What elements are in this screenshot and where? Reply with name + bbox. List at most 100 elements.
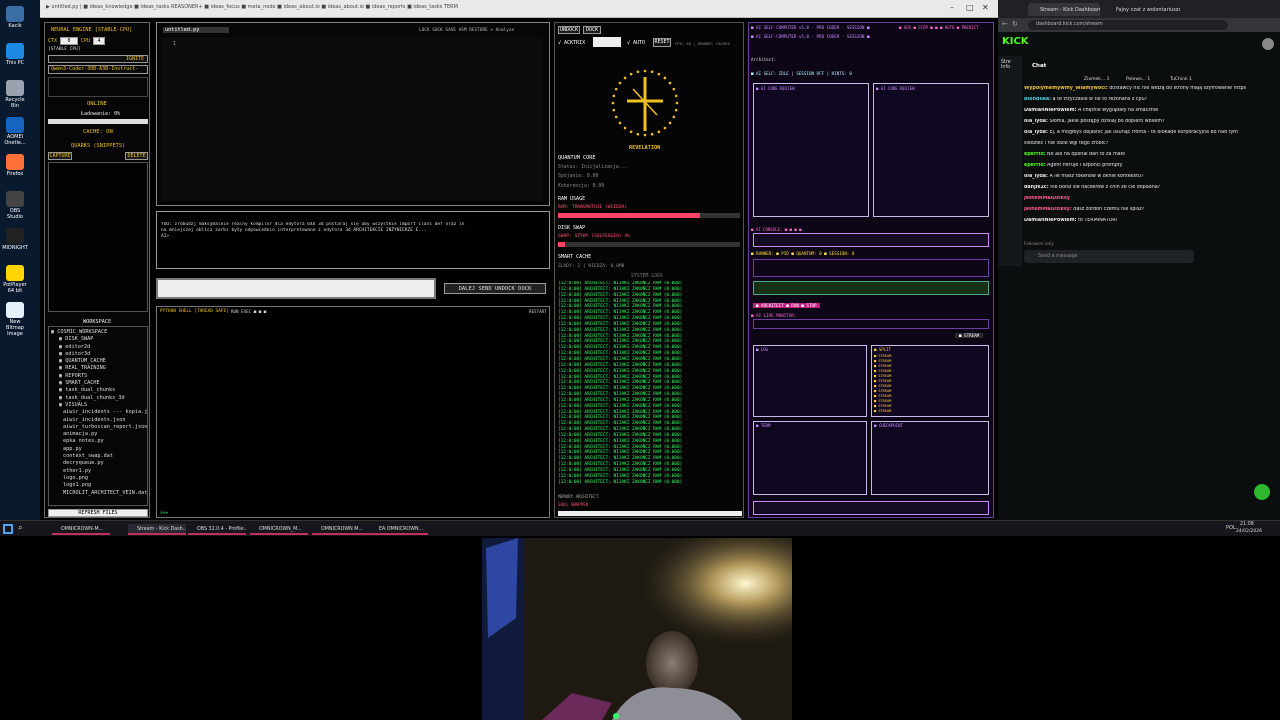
tab-chat[interactable]: Fajny czat z wolontariuszami: [1104, 3, 1180, 16]
prompt-input[interactable]: [156, 278, 436, 299]
acktrix-toggle[interactable]: √ ACKTRIX: [558, 40, 585, 46]
tree-item[interactable]: ▣ SMART_CACHE: [51, 380, 147, 387]
mini-pane-split[interactable]: ■ SPLIT ■ STREAM ■ STREAM ■ STREAM ■ STREAM ■…: [871, 345, 989, 417]
viewer-3[interactable]: TuChink 1: [1170, 77, 1192, 82]
editor-toolbar[interactable]: LOCK SOCK SAVE ASM RESTORE ✕ Analyze: [419, 28, 514, 33]
chat-input[interactable]: Send a message: [1024, 250, 1194, 263]
desktop-icon[interactable]: Firefox: [2, 154, 28, 177]
tab-kick-dashboard[interactable]: Stream - Kick Dashboard: [1028, 3, 1100, 16]
chat-username[interactable]: ola_lyda:: [1024, 119, 1048, 124]
taskbar-item[interactable]: EA OMNICROWN...: [370, 524, 428, 535]
tree-item[interactable]: ▣ editor2d: [51, 344, 147, 351]
kick-logo[interactable]: KICK: [1002, 36, 1029, 47]
stream-tab[interactable]: ■ STREAM: [955, 333, 984, 338]
shell-prompt[interactable]: >>>: [160, 511, 168, 516]
chat-message[interactable]: DamianNiePowiem: A chętnie wyglądały na …: [1024, 108, 1254, 114]
tree-item[interactable]: app.py: [51, 446, 147, 453]
editor-filename[interactable]: untitled.py: [163, 27, 230, 33]
url-field[interactable]: dashboard.kick.com/stream: [1028, 20, 1228, 30]
shell-restart-button[interactable]: RESTART: [529, 309, 547, 314]
desktop-icon[interactable]: This PC: [2, 43, 28, 66]
tree-item[interactable]: aiwir_incidents.json: [51, 417, 147, 424]
viewer-1[interactable]: Ziomek... 1: [1084, 77, 1109, 82]
chat-username[interactable]: ola_lyda:: [1024, 130, 1048, 135]
tree-item[interactable]: ▣ COSMIC_WORKSPACE: [51, 329, 147, 336]
taskbar-item[interactable]: OMNICROWN M...: [312, 524, 370, 535]
chat-message[interactable]: eperrio: Agent filtruje i szponci prompt…: [1024, 163, 1254, 169]
mini-pane-log[interactable]: ■ LOG: [753, 345, 867, 417]
fab-button[interactable]: [1254, 484, 1270, 500]
close-icon[interactable]: ✕: [982, 3, 989, 12]
tree-item[interactable]: ▣ editor3d: [51, 351, 147, 358]
chat-username[interactable]: DamianNiePowiem:: [1024, 108, 1076, 113]
code-review-pane-a[interactable]: ■ AI CODE REVIEW: [753, 83, 869, 217]
mini-pane-term[interactable]: ■ TERM: [753, 421, 867, 495]
chat-message[interactable]: JestemMalDzIksy: dasz zordon czemu nie ś…: [1024, 207, 1254, 213]
tree-item[interactable]: aiwir_incidents --- kopia.json: [51, 409, 147, 416]
desktop-icon[interactable]: Recycle Bin: [2, 80, 28, 109]
purple-input[interactable]: [753, 501, 989, 515]
chat-message[interactable]: siedzieć i nie idzie wgl tego zrobić?: [1024, 141, 1254, 147]
mini-pane-checkpoint[interactable]: ■ CHECKPOINT: [871, 421, 989, 495]
tree-item[interactable]: aiwir_turboscan_report.json: [51, 424, 147, 431]
reset-button[interactable]: RESET: [653, 38, 671, 47]
avatar[interactable]: [1262, 38, 1274, 50]
chat-message[interactable]: ola_lyda: Słoma, jakie postępy dzisiaj b…: [1024, 119, 1254, 125]
desktop-icon[interactable]: Kacik: [2, 6, 28, 29]
clock-date[interactable]: 24/02/2026: [1236, 529, 1262, 534]
chat-message[interactable]: Blondiika: a te trzyczasie w tle to rezo…: [1024, 97, 1254, 103]
log-input[interactable]: [558, 511, 742, 516]
chat-username[interactable]: JestemMalDzIksy: [1024, 196, 1070, 201]
stream-info-label[interactable]: Stre Info: [1001, 60, 1019, 70]
viewer-2[interactable]: Polewo... 1: [1126, 77, 1150, 82]
tree-item[interactable]: ▣ task_dual_chunks: [51, 387, 147, 394]
desktop-icon[interactable]: New Bitmap Image: [2, 302, 28, 337]
code-review-pane-b[interactable]: ■ AI CODE REVIEW: [873, 83, 989, 217]
chat-username[interactable]: JestemMalDzIksy:: [1024, 207, 1072, 212]
dock-button[interactable]: DOCK: [583, 26, 601, 34]
taskbar-item[interactable]: OBS 32.0.4 - Profile:...: [188, 524, 246, 535]
address-bar[interactable]: ← ↻ dashboard.kick.com/stream: [998, 18, 1280, 32]
ctx-input[interactable]: 8: [60, 37, 78, 45]
tree-item[interactable]: ▣ VISUALS: [51, 402, 147, 409]
taskbar-item[interactable]: Stream - Kick Dash...: [128, 524, 186, 535]
chat-message[interactable]: ola_lyda: Ej, a mogłbys objaśnić jak usu…: [1024, 130, 1254, 136]
chat-message[interactable]: DamianNiePowiem: to TERMINATOR!: [1024, 218, 1254, 224]
taskbar-item[interactable]: OMNICROWN_M...: [250, 524, 308, 535]
workspace-tree[interactable]: ▣ COSMIC_WORKSPACE ▣ DISK_SWAP ▣ editor2d ▣…: [48, 326, 148, 506]
tree-item[interactable]: logo.png: [51, 475, 147, 482]
chat-username[interactable]: eperrio:: [1024, 163, 1046, 168]
chat-message[interactable]: Wypolymemywmy_Wlamywoci: dostawcy nic ni…: [1024, 86, 1254, 92]
desktop-icon[interactable]: OBS Studio: [2, 191, 28, 220]
auto-toggle[interactable]: √ AUTO: [627, 40, 645, 46]
cpu-input[interactable]: 4: [93, 37, 105, 45]
chat-username[interactable]: Wypolymemywmy_Wlamywoci:: [1024, 86, 1108, 91]
tree-item[interactable]: ▣ DISK_SWAP: [51, 336, 147, 343]
console-box[interactable]: [753, 233, 989, 247]
chat-username[interactable]: Blondiika:: [1024, 97, 1051, 102]
start-button[interactable]: [3, 524, 13, 534]
tree-item[interactable]: ▣ REPORTS: [51, 373, 147, 380]
chat-username[interactable]: DamianNiePowiem:: [1024, 218, 1076, 223]
search-icon[interactable]: ⌕: [18, 523, 22, 533]
runner-output[interactable]: [753, 259, 989, 277]
chat-message[interactable]: danjik2c: nie bolsz sie hackerow z chin …: [1024, 185, 1254, 191]
tree-item[interactable]: ▣ task_dual_chunks_3d: [51, 395, 147, 402]
desktop-icon[interactable]: AOMEI Onetle...: [2, 117, 28, 146]
capture-button[interactable]: CAPTURE: [48, 152, 72, 160]
chat-username[interactable]: ola_lyda:: [1024, 174, 1048, 179]
shell-buttons[interactable]: RUN EXEC ■ ■ ■: [231, 309, 266, 314]
purple-header-buttons[interactable]: ■ ACK ■ STOP ■ ■ ■ AUTO ■ PREDICT: [899, 25, 978, 30]
tree-item[interactable]: ▣ QUANTUM_CACHE: [51, 358, 147, 365]
acktrix-input[interactable]: [593, 37, 621, 47]
model-select[interactable]: Qwen3-Coder-30B-A3B-Instruct-UD-Q8_: [48, 65, 148, 74]
app-tabs-text[interactable]: ▶ untitled.py | ■ ideas_knowledge ■ idea…: [46, 4, 458, 10]
tree-item[interactable]: epka notes.py: [51, 438, 147, 445]
delete-button[interactable]: DELETE: [125, 152, 148, 160]
ignite-button[interactable]: IGNITE: [48, 55, 148, 63]
tree-item[interactable]: animacja.py: [51, 431, 147, 438]
tree-item[interactable]: ether1.py: [51, 468, 147, 475]
refresh-files-button[interactable]: REFRESH FILES: [48, 509, 148, 517]
python-shell[interactable]: PYTHON SHELL [THREAD SAFE] RUN EXEC ■ ■ …: [156, 306, 550, 518]
system-log-list[interactable]: [12:0:00] ARCHITECT: NIJAKI ZAKOŃCZ RAM …: [558, 281, 738, 487]
